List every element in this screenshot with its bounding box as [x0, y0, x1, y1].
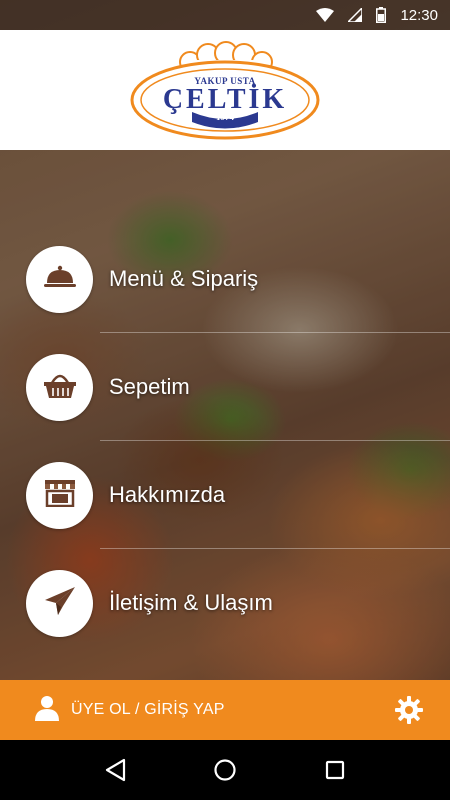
status-bar: 12:30	[0, 0, 450, 30]
celtik-logo: YAKUP USTA ÇELTİK 1974	[130, 40, 320, 140]
cell-signal-icon	[348, 8, 363, 22]
logo-year: 1974	[216, 112, 234, 122]
menu-item-cart[interactable]: Sepetim	[0, 333, 450, 441]
gear-icon[interactable]	[394, 695, 424, 725]
menu-item-label: Menü & Sipariş	[109, 266, 259, 291]
menu-item-menu-order[interactable]: Menü & Sipariş	[0, 225, 450, 333]
paper-plane-icon	[44, 586, 76, 621]
menu-item-label: Hakkımızda	[109, 482, 226, 507]
menu-icon-circle	[26, 245, 93, 313]
battery-icon	[376, 7, 387, 23]
status-time: 12:30	[400, 6, 438, 24]
home-icon[interactable]	[205, 750, 245, 790]
back-icon[interactable]	[95, 750, 135, 790]
menu-item-contact[interactable]: İletişim & Ulaşım	[0, 549, 450, 657]
wifi-icon	[316, 8, 335, 22]
basket-icon	[43, 371, 77, 404]
recents-icon[interactable]	[315, 750, 355, 790]
user-icon	[34, 695, 60, 726]
app-header: YAKUP USTA ÇELTİK 1974	[0, 30, 450, 150]
menu-icon-circle	[26, 461, 93, 529]
storefront-icon	[44, 479, 76, 512]
menu-icon-circle	[26, 569, 93, 637]
cloche-icon	[43, 265, 77, 294]
menu-item-about[interactable]: Hakkımızda	[0, 441, 450, 549]
system-nav-bar	[0, 740, 450, 800]
login-bar[interactable]: ÜYE OL / GİRİŞ YAP	[0, 680, 450, 740]
menu-item-label: Sepetim	[109, 374, 190, 399]
login-register-label[interactable]: ÜYE OL / GİRİŞ YAP	[71, 701, 225, 719]
menu-icon-circle	[26, 353, 93, 421]
menu-item-label: İletişim & Ulaşım	[109, 590, 273, 615]
